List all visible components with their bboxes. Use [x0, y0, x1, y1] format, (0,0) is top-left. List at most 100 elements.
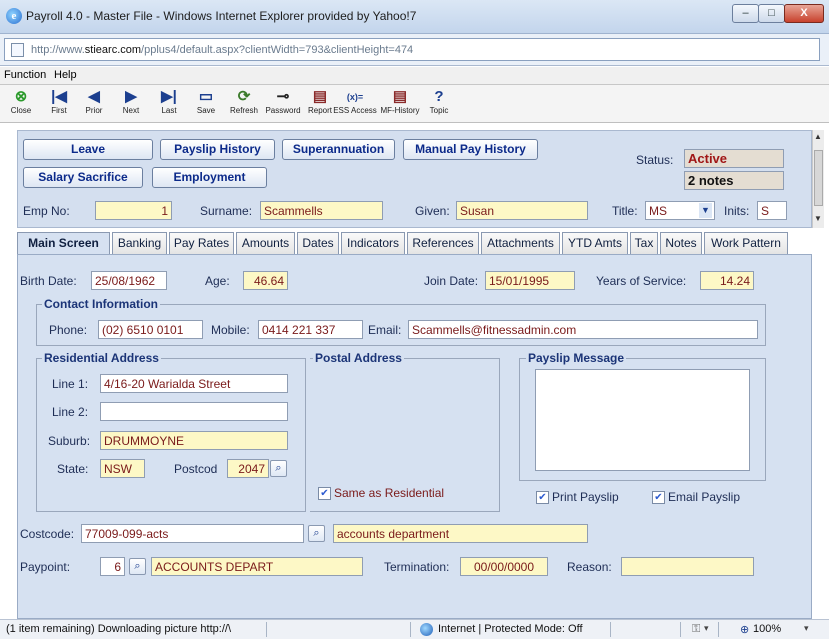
- ess-access-button[interactable]: (x)= ESS Access: [333, 88, 377, 115]
- password-button[interactable]: ⊸ Password: [264, 88, 302, 115]
- zoom-dropdown-icon[interactable]: ▾: [804, 623, 809, 634]
- tab-attachments[interactable]: Attachments: [481, 232, 560, 254]
- topic-button[interactable]: ? Topic: [420, 88, 458, 115]
- reason-field[interactable]: [621, 557, 754, 576]
- menu-function[interactable]: Function: [4, 69, 46, 81]
- email-label: Email:: [368, 323, 402, 337]
- status-label: Status:: [636, 153, 674, 167]
- lock-dropdown-icon[interactable]: ▾: [704, 623, 709, 634]
- tab-notes[interactable]: Notes: [660, 232, 702, 254]
- status-divider: [266, 622, 267, 637]
- tab-pay-rates[interactable]: Pay Rates: [169, 232, 234, 254]
- manual-pay-history-button[interactable]: Manual Pay History: [403, 139, 538, 160]
- scroll-thumb[interactable]: [814, 150, 823, 206]
- contact-information-title: Contact Information: [42, 297, 160, 311]
- last-record-icon: ▶|: [161, 88, 177, 105]
- zoom-level[interactable]: 100%: [753, 623, 781, 635]
- page-icon: [11, 43, 24, 57]
- lock-icon[interactable]: ⚿: [692, 623, 700, 636]
- chevron-down-icon[interactable]: ▼: [699, 203, 712, 218]
- payslip-message-textarea[interactable]: [535, 369, 750, 471]
- inits-field[interactable]: S: [757, 201, 787, 220]
- leave-button[interactable]: Leave: [23, 139, 153, 160]
- next-button[interactable]: ▶ Next: [112, 88, 150, 115]
- suburb-field[interactable]: DRUMMOYNE: [100, 431, 288, 450]
- termination-label: Termination:: [384, 560, 450, 574]
- paypoint-field[interactable]: 6: [100, 557, 125, 576]
- join-date-field[interactable]: 15/01/1995: [485, 271, 575, 290]
- email-payslip-checkbox[interactable]: ✔: [652, 491, 665, 504]
- help-icon: ?: [434, 88, 444, 105]
- residential-address-title: Residential Address: [42, 351, 161, 365]
- first-button[interactable]: |◀ First: [40, 88, 78, 115]
- costcode-lookup-search-icon[interactable]: ⌕: [308, 525, 325, 542]
- postcode-field[interactable]: 2047: [227, 459, 269, 478]
- surname-field[interactable]: Scammells: [260, 201, 383, 220]
- given-field[interactable]: Susan: [456, 201, 588, 220]
- tab-work-pattern[interactable]: Work Pattern: [704, 232, 788, 254]
- phone-field[interactable]: (02) 6510 0101: [98, 320, 203, 339]
- security-zone-text[interactable]: Internet | Protected Mode: Off: [438, 623, 583, 635]
- termination-field[interactable]: 00/00/0000: [460, 557, 548, 576]
- mf-history-button[interactable]: ▤ MF-History: [377, 88, 423, 115]
- header-scrollbar[interactable]: ▲ ▼: [812, 130, 824, 228]
- given-label: Given:: [415, 204, 450, 218]
- tab-references[interactable]: References: [407, 232, 479, 254]
- status-value: Active: [684, 149, 784, 168]
- payslip-message-title: Payslip Message: [526, 351, 627, 365]
- tab-dates[interactable]: Dates: [297, 232, 339, 254]
- prior-button[interactable]: ◀ Prior: [75, 88, 113, 115]
- tab-banking[interactable]: Banking: [112, 232, 167, 254]
- maximize-button[interactable]: □: [758, 4, 785, 23]
- phone-label: Phone:: [49, 323, 88, 337]
- close-button[interactable]: ⊗ Close: [2, 88, 40, 115]
- tab-indicators[interactable]: Indicators: [341, 232, 405, 254]
- refresh-button[interactable]: ⟳ Refresh: [225, 88, 263, 115]
- window-titlebar[interactable]: e Payroll 4.0 - Master File - Windows In…: [0, 0, 829, 34]
- same-as-residential-checkbox[interactable]: ✔: [318, 487, 331, 500]
- refresh-icon: ⟳: [237, 88, 251, 105]
- minimize-button[interactable]: –: [732, 4, 759, 23]
- payslip-history-button[interactable]: Payslip History: [160, 139, 275, 160]
- email-field[interactable]: Scammells@fitnessadmin.com: [408, 320, 758, 339]
- postcode-label: Postcod: [174, 462, 218, 476]
- notes-count[interactable]: 2 notes: [684, 171, 784, 190]
- tab-main-screen[interactable]: Main Screen: [17, 232, 110, 256]
- key-icon: ⊸: [276, 88, 290, 105]
- superannuation-button[interactable]: Superannuation: [282, 139, 395, 160]
- state-label: State:: [57, 462, 89, 476]
- title-select[interactable]: MS ▼: [645, 201, 715, 220]
- menu-help[interactable]: Help: [54, 69, 77, 81]
- save-disk-icon: ▭: [198, 88, 214, 105]
- url-input[interactable]: http://www.stiearc.com/pplus4/default.as…: [4, 38, 820, 61]
- birth-date-field[interactable]: 25/08/1962: [91, 271, 167, 290]
- scroll-up-icon[interactable]: ▲: [814, 132, 822, 141]
- mobile-label: Mobile:: [211, 323, 250, 337]
- suburb-label: Suburb:: [48, 434, 91, 448]
- emp-no-field[interactable]: 1: [95, 201, 172, 220]
- address-bar: http://www.stiearc.com/pplus4/default.as…: [0, 34, 829, 66]
- next-record-icon: ▶: [125, 88, 137, 105]
- tab-tax[interactable]: Tax: [630, 232, 658, 254]
- first-record-icon: |◀: [51, 88, 67, 105]
- zoom-icon[interactable]: ⊕: [740, 623, 749, 636]
- line2-field[interactable]: [100, 402, 288, 421]
- mobile-field[interactable]: 0414 221 337: [258, 320, 363, 339]
- close-window-button[interactable]: X: [784, 4, 824, 23]
- salary-sacrifice-button[interactable]: Salary Sacrifice: [23, 167, 143, 188]
- print-payslip-checkbox[interactable]: ✔: [536, 491, 549, 504]
- line1-field[interactable]: 4/16-20 Warialda Street: [100, 374, 288, 393]
- scroll-down-icon[interactable]: ▼: [814, 214, 822, 223]
- postcode-lookup-search-icon[interactable]: ⌕: [270, 460, 287, 477]
- window-title: Payroll 4.0 - Master File - Windows Inte…: [26, 9, 417, 23]
- prior-record-icon: ◀: [88, 88, 100, 105]
- costcode-field[interactable]: 77009-099-acts: [81, 524, 304, 543]
- state-field[interactable]: NSW: [100, 459, 145, 478]
- paypoint-lookup-search-icon[interactable]: ⌕: [129, 558, 146, 575]
- tab-ytd-amts[interactable]: YTD Amts: [562, 232, 628, 254]
- save-button[interactable]: ▭ Save: [187, 88, 225, 115]
- toolbar: ⊗ Close |◀ First ◀ Prior ▶ Next ▶| Last ▭ Save…: [0, 85, 829, 123]
- employment-button[interactable]: Employment: [152, 167, 267, 188]
- tab-amounts[interactable]: Amounts: [236, 232, 295, 254]
- last-button[interactable]: ▶| Last: [150, 88, 188, 115]
